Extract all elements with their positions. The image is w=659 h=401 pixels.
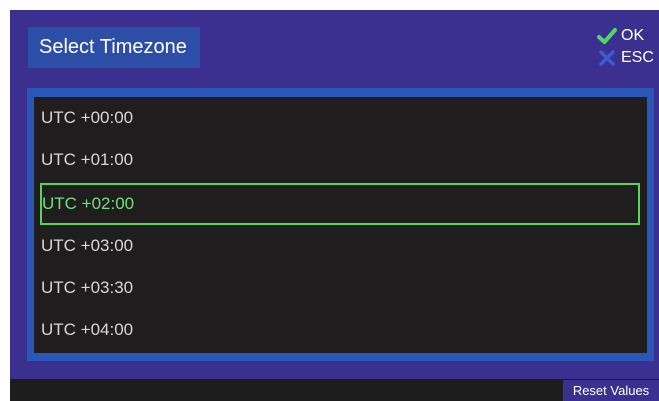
dialog-actions: OK ESC <box>593 26 659 72</box>
timezone-option[interactable]: UTC +03:00 <box>34 225 647 267</box>
timezone-dialog: Select Timezone OK ESC UTC +00:00 UTC +0… <box>10 10 659 401</box>
ok-button[interactable]: OK <box>593 26 659 46</box>
page-title: Select Timezone <box>28 27 200 68</box>
checkmark-icon <box>597 27 617 45</box>
timezone-option[interactable]: UTC +01:00 <box>34 139 647 181</box>
esc-button[interactable]: ESC <box>593 48 659 68</box>
ok-label: OK <box>621 27 645 44</box>
timezone-option-selected[interactable]: UTC +02:00 <box>40 183 640 225</box>
timezone-list[interactable]: UTC +00:00 UTC +01:00 UTC +02:00 UTC +03… <box>34 97 647 353</box>
timezone-option[interactable]: UTC +03:30 <box>34 267 647 309</box>
bottom-bar: Reset Values <box>10 379 659 401</box>
timezone-list-frame: UTC +00:00 UTC +01:00 UTC +02:00 UTC +03… <box>27 88 654 361</box>
reset-values-button[interactable]: Reset Values <box>563 380 659 401</box>
timezone-option[interactable]: UTC +00:00 <box>34 97 647 139</box>
close-icon <box>597 49 617 67</box>
timezone-option[interactable]: UTC +04:00 <box>34 309 647 351</box>
esc-label: ESC <box>621 49 654 66</box>
